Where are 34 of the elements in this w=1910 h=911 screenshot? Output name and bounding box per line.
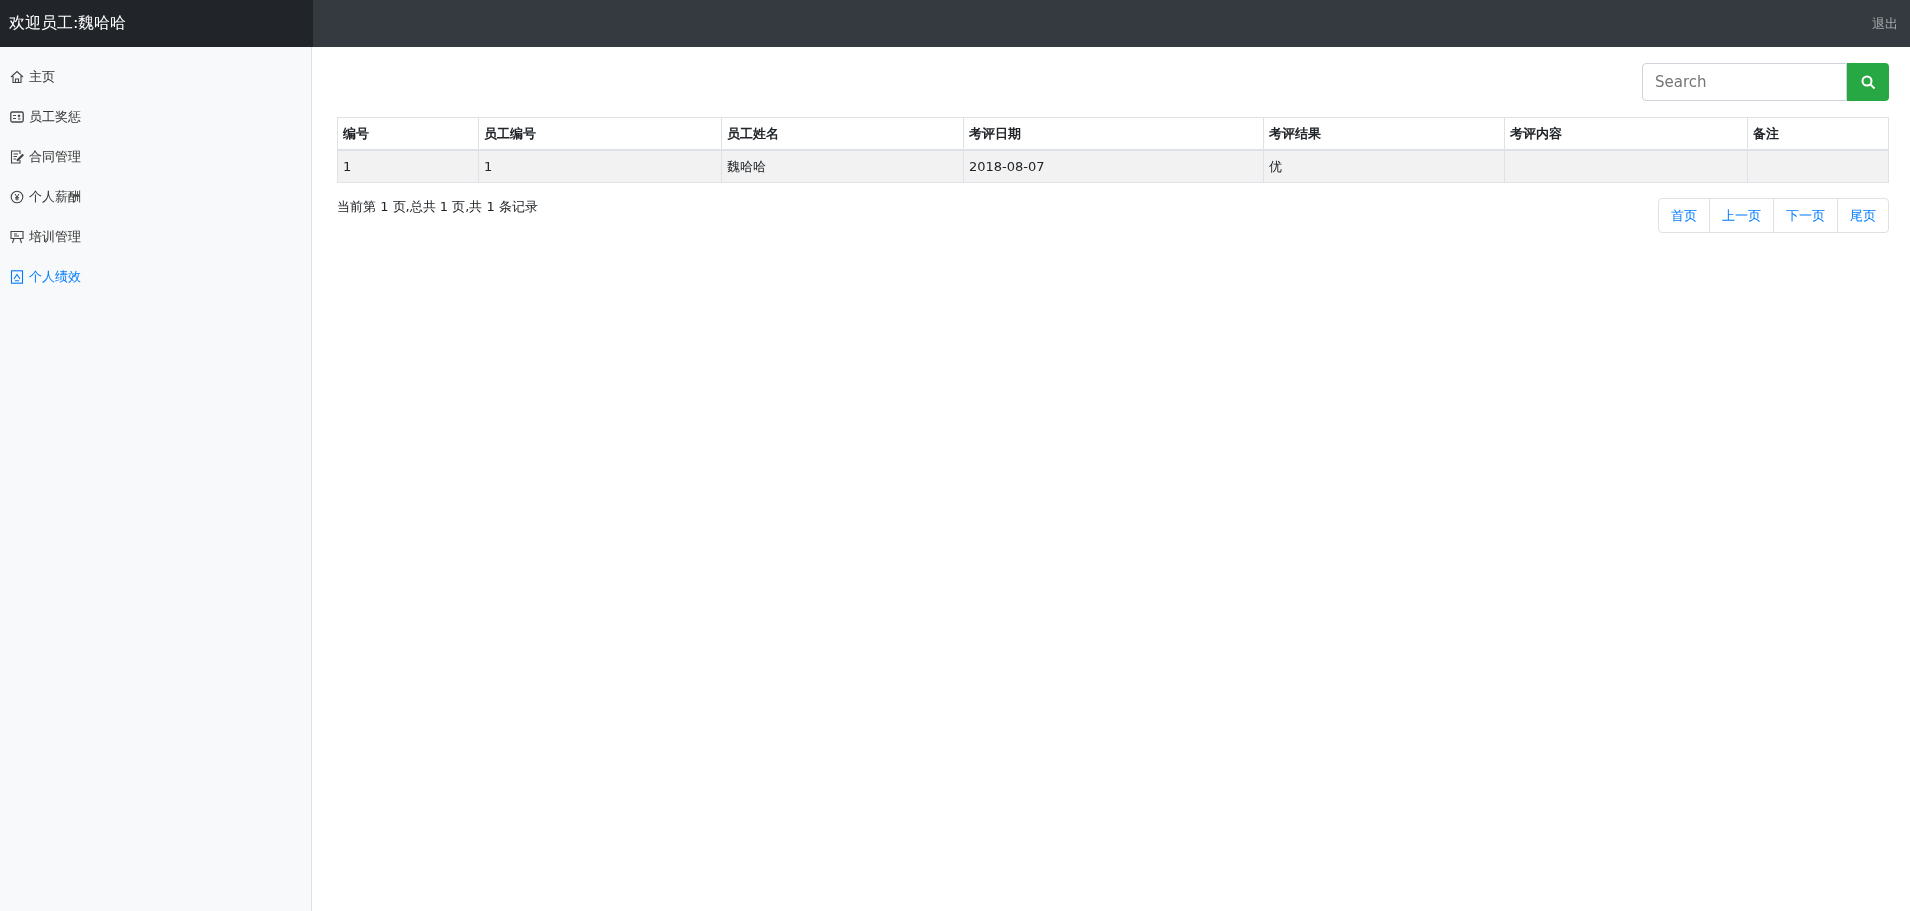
presentation-board-icon: [10, 230, 24, 244]
column-header: 考评内容: [1504, 117, 1748, 150]
table-cell: 魏哈哈: [721, 150, 964, 183]
column-header: 考评结果: [1263, 117, 1505, 150]
table-cell: 1: [478, 150, 722, 183]
column-header: 员工编号: [478, 117, 722, 150]
column-header: 编号: [337, 117, 479, 150]
column-header: 考评日期: [963, 117, 1264, 150]
sidebar-item[interactable]: 合同管理: [0, 137, 81, 177]
page-link[interactable]: 上一页: [1709, 199, 1773, 232]
sidebar-item[interactable]: 个人薪酬: [0, 177, 81, 217]
column-header: 员工姓名: [721, 117, 964, 150]
document-edit-icon: [10, 150, 24, 164]
yen-coin-icon: [10, 190, 24, 204]
home-icon: [10, 70, 24, 84]
search-icon: [1860, 74, 1876, 90]
table-cell: 1: [337, 150, 479, 183]
sidebar-item[interactable]: 主页: [0, 57, 55, 97]
sidebar-item[interactable]: 培训管理: [0, 217, 81, 257]
welcome-title: 欢迎员工:魏哈哈: [9, 13, 127, 34]
page-link[interactable]: 下一页: [1773, 199, 1837, 232]
page-link[interactable]: 首页: [1659, 199, 1709, 232]
document-icon: [10, 270, 24, 284]
page-summary: 当前第 1 页,总共 1 页,共 1 条记录: [337, 198, 538, 216]
sidebar-item[interactable]: 个人绩效: [0, 257, 81, 297]
page-link[interactable]: 尾页: [1837, 199, 1888, 232]
table-cell: 优: [1263, 150, 1505, 183]
table-cell: 2018-08-07: [963, 150, 1264, 183]
search-field[interactable]: Search: [1642, 63, 1847, 101]
column-header: 备注: [1747, 117, 1889, 150]
checklist-icon: [10, 110, 24, 124]
sidebar-item[interactable]: 员工奖惩: [0, 97, 81, 137]
search-button[interactable]: [1847, 63, 1889, 101]
logout-link[interactable]: 退出: [1872, 14, 1910, 33]
